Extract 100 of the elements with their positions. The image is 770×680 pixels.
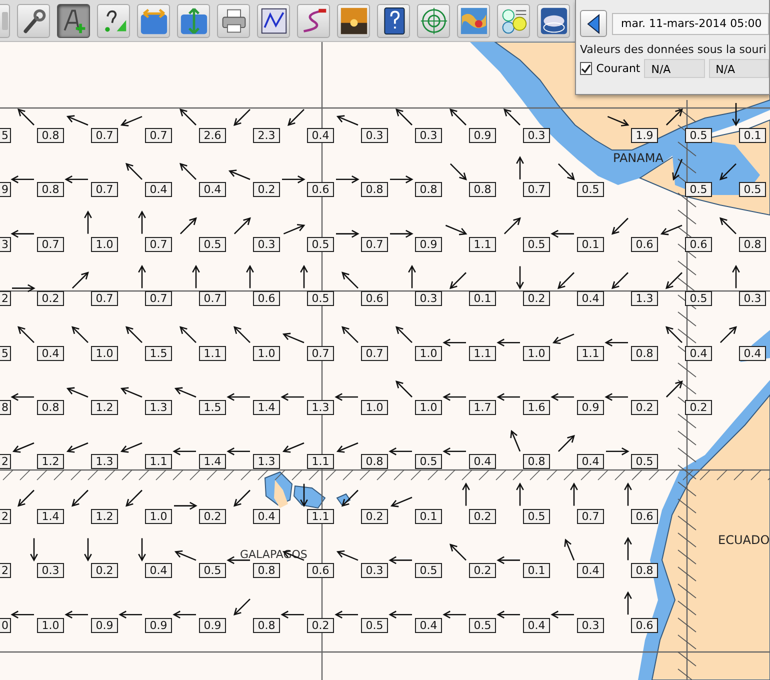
current-value: 1.1 (307, 454, 334, 470)
current-value: 1.1 (469, 236, 496, 252)
current-value: 0.2 (685, 400, 712, 415)
previous-button[interactable] (580, 10, 607, 37)
current-value: 0.8 (631, 346, 658, 361)
current-value: 1.0 (361, 400, 388, 415)
tool-button[interactable] (217, 4, 250, 38)
current-value: 0.5 (523, 236, 550, 252)
current-value: 0.8 (415, 182, 442, 198)
current-value: 2.3 (253, 128, 280, 143)
current-value: 0.7 (577, 508, 604, 524)
current-value: 0.3 (361, 563, 388, 578)
current-value: 1.1 (199, 346, 226, 361)
sunset-icon (340, 6, 368, 34)
current-value: 0.4 (145, 182, 172, 198)
current-value: 0.8 (469, 182, 496, 198)
current-value: 1.1 (307, 508, 334, 524)
current-value: 1.2 (91, 400, 118, 415)
current-value: 0.4 (577, 454, 604, 470)
current-value: 1.4 (253, 400, 280, 415)
current-value: 1.3 (253, 454, 280, 470)
current-value: 0.2 (523, 291, 550, 306)
current-value: 0.2 (37, 291, 64, 306)
current-value: 2 (0, 454, 11, 470)
current-value: 0.7 (145, 128, 172, 143)
current-value: 0.6 (631, 236, 658, 252)
checkbox[interactable] (580, 62, 592, 75)
current-value: 0.8 (361, 182, 388, 198)
value-field: N/A (708, 59, 770, 78)
selected-tool-button[interactable] (57, 4, 90, 38)
current-value: 0.7 (145, 236, 172, 252)
current-value: 1.3 (91, 454, 118, 470)
current-value: 0.5 (631, 454, 658, 470)
current-value: 2 (0, 508, 11, 524)
crosshair-target-icon (420, 6, 448, 34)
tool-button[interactable] (17, 4, 50, 38)
current-value: 0.4 (253, 508, 280, 524)
current-value: 1.5 (145, 346, 172, 361)
current-value: 0.9 (469, 128, 496, 143)
current-value: 0.4 (199, 182, 226, 198)
current-value: 0.2 (469, 563, 496, 578)
current-value: 1.4 (37, 508, 64, 524)
current-value: 1.0 (91, 236, 118, 252)
current-value: 0.7 (361, 346, 388, 361)
current-value: 0.4 (523, 618, 550, 633)
group-title: Valeurs des données sous la souri (580, 43, 768, 56)
weather-map-icon (460, 6, 488, 34)
current-value: 0.4 (145, 563, 172, 578)
line-chart-icon (260, 6, 288, 34)
tool-button[interactable] (537, 4, 570, 38)
current-value: 5 (0, 128, 11, 143)
date-field[interactable]: mar. 11-mars-2014 05:00 (612, 12, 769, 34)
current-value: 1.0 (37, 618, 64, 633)
current-value: 0.5 (199, 236, 226, 252)
current-value: 1.0 (523, 346, 550, 361)
current-value: 0.7 (91, 291, 118, 306)
current-value: 0.7 (523, 182, 550, 198)
current-value: 1.1 (469, 346, 496, 361)
current-value: 1.6 (523, 400, 550, 415)
current-value: 1.0 (415, 346, 442, 361)
tool-button[interactable] (257, 4, 290, 38)
current-value: 0.5 (577, 182, 604, 198)
current-value: 0.8 (253, 618, 280, 633)
current-value: 0.3 (415, 128, 442, 143)
current-value: 5 (0, 346, 11, 361)
current-value: 9 (0, 182, 11, 198)
current-value: 0.3 (361, 128, 388, 143)
current-value: 0.5 (469, 618, 496, 633)
current-value: 0.6 (361, 291, 388, 306)
current-value: 0.3 (253, 236, 280, 252)
current-value: 1.5 (199, 400, 226, 415)
current-value: 0.6 (253, 291, 280, 306)
current-value: 0.1 (469, 291, 496, 306)
current-value: 0.7 (199, 291, 226, 306)
current-value: 0.5 (307, 236, 334, 252)
tool-button[interactable] (337, 4, 370, 38)
current-value: 0.9 (199, 618, 226, 633)
current-value: 1.3 (307, 400, 334, 415)
current-value: 0.5 (199, 563, 226, 578)
current-value: 1.2 (37, 454, 64, 470)
current-value: 0.4 (469, 454, 496, 470)
current-value: 0.1 (577, 236, 604, 252)
current-value: 0.8 (523, 454, 550, 470)
current-value: 0.6 (685, 236, 712, 252)
tool-button[interactable] (97, 4, 130, 38)
tool-button[interactable] (377, 4, 410, 38)
current-value: 0.8 (631, 563, 658, 578)
horizontal-stretch-icon (140, 6, 168, 34)
current-value: 1.0 (145, 508, 172, 524)
current-value: 0.1 (415, 508, 442, 524)
current-value: 0.4 (415, 618, 442, 633)
current-value: 0.3 (577, 618, 604, 633)
current-value: 0.8 (37, 400, 64, 415)
current-value: 0.4 (307, 128, 334, 143)
current-value: 0.2 (361, 508, 388, 524)
current-value: 8 (0, 400, 11, 415)
current-value: 2 (0, 563, 11, 578)
current-value: 0.2 (199, 508, 226, 524)
current-value: 0.5 (685, 128, 712, 143)
current-value: 0.2 (253, 182, 280, 198)
